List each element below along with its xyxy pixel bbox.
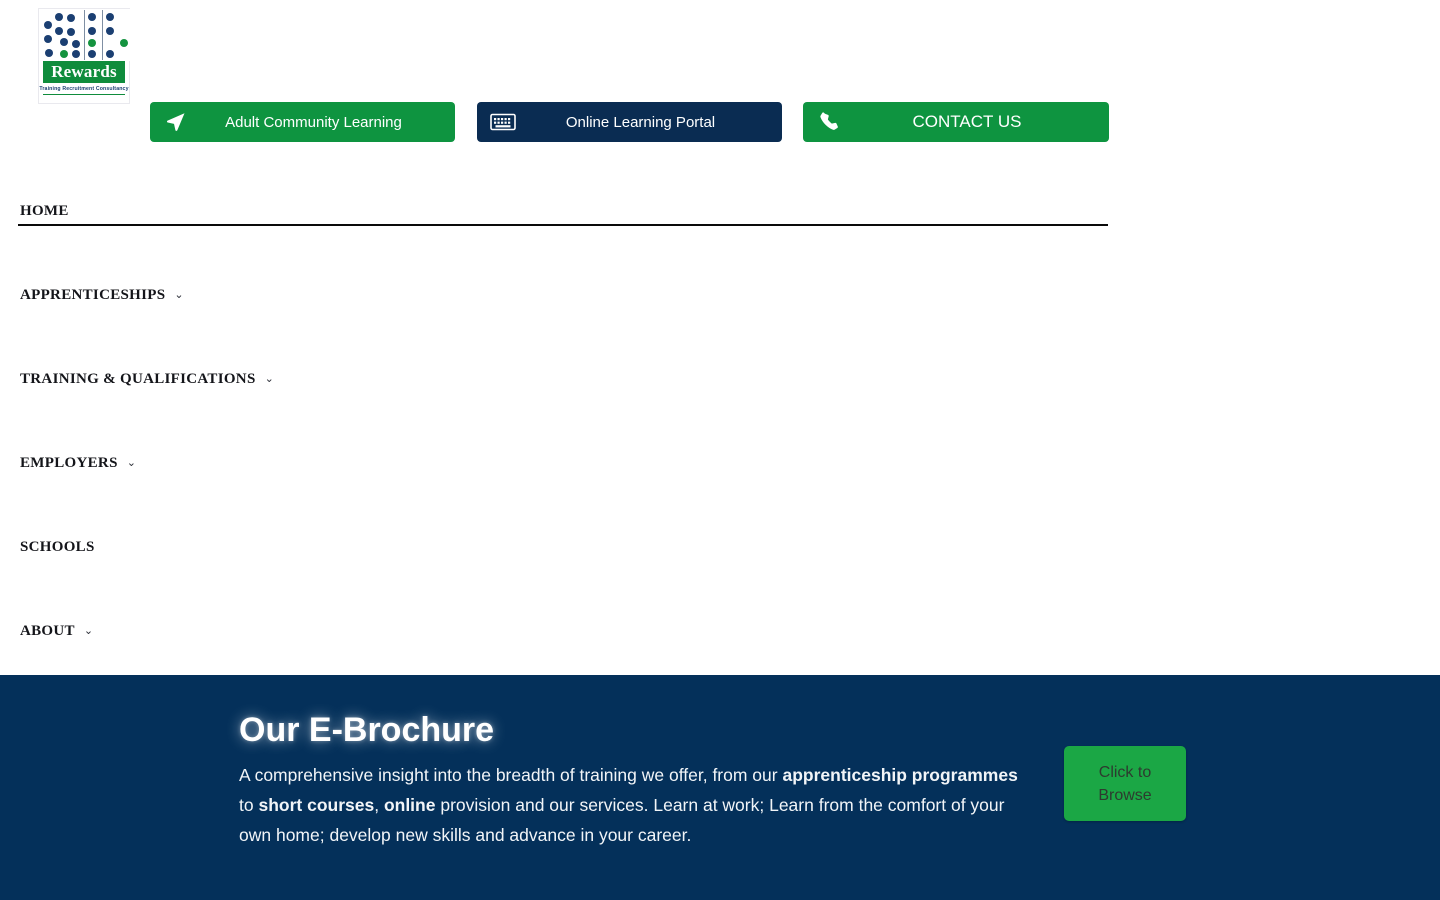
nav-item-home-label: HOME [20, 203, 69, 219]
nav-item-training-qualifications-label: TRAINING & QUALIFICATIONS [20, 371, 256, 387]
chevron-down-icon[interactable]: ⌄ [84, 608, 93, 639]
phone-icon [803, 110, 855, 134]
click-to-browse-button[interactable]: Click to Browse [1064, 746, 1186, 821]
nav-item-schools[interactable]: SCHOOLS [0, 524, 1120, 608]
ebrochure-title: Our E-Brochure [239, 711, 495, 749]
ebrochure-text-2: to [239, 795, 259, 815]
nav-item-employers-label: EMPLOYERS [20, 455, 118, 471]
nav-item-training-qualifications[interactable]: TRAINING & QUALIFICATIONS ⌄ [0, 356, 1120, 440]
nav-item-about-label: ABOUT [20, 623, 75, 639]
nav-item-schools-label: SCHOOLS [20, 539, 95, 555]
ebrochure-bold-short-courses: short courses [258, 795, 375, 815]
adult-community-learning-button[interactable]: Adult Community Learning [150, 102, 455, 142]
logo-dot-pattern [39, 9, 131, 61]
nav-item-home[interactable]: HOME [0, 188, 1120, 272]
ebrochure-bold-apprenticeship-programmes: apprenticeship programmes [782, 765, 1018, 785]
main-navigation: HOME APPRENTICESHIPS ⌄ TRAINING & QUALIF… [0, 188, 1120, 692]
online-learning-portal-label: Online Learning Portal [565, 113, 716, 131]
nav-item-apprenticeships-label: APPRENTICESHIPS [20, 287, 166, 303]
online-learning-portal-button[interactable]: Online Learning Portal [477, 102, 782, 142]
contact-us-button[interactable]: CONTACT US [803, 102, 1109, 142]
chevron-down-icon[interactable]: ⌄ [127, 440, 136, 471]
nav-item-apprenticeships[interactable]: APPRENTICESHIPS ⌄ [0, 272, 1120, 356]
logo-wordmark: Rewards [43, 61, 125, 83]
ebrochure-content: Our E-Brochure A comprehensive insight i… [239, 710, 1189, 850]
nav-item-employers[interactable]: EMPLOYERS ⌄ [0, 440, 1120, 524]
ebrochure-section: Our E-Brochure A comprehensive insight i… [0, 675, 1440, 900]
active-nav-underline [18, 224, 1108, 226]
ebrochure-text-3: , [374, 795, 384, 815]
contact-us-label: CONTACT US [912, 112, 1022, 131]
logo-divider-line-1 [84, 10, 85, 60]
logo-bottom-rule [43, 94, 125, 95]
adult-community-learning-label: Adult Community Learning [225, 113, 402, 131]
chevron-down-icon[interactable]: ⌄ [174, 272, 183, 303]
ebrochure-description: A comprehensive insight into the breadth… [239, 760, 1024, 850]
site-logo[interactable]: Rewards Training Recruitment Consultancy [38, 8, 131, 104]
navigation-arrow-icon [150, 110, 202, 134]
ebrochure-bold-online: online [383, 795, 436, 815]
logo-divider-line-2 [102, 10, 103, 60]
chevron-down-icon[interactable]: ⌄ [265, 356, 274, 387]
logo-tagline: Training Recruitment Consultancy [39, 86, 129, 92]
ebrochure-text-1: A comprehensive insight into the breadth… [239, 765, 783, 785]
keyboard-icon [477, 112, 529, 132]
page-root: Rewards Training Recruitment Consultancy… [0, 0, 1440, 900]
